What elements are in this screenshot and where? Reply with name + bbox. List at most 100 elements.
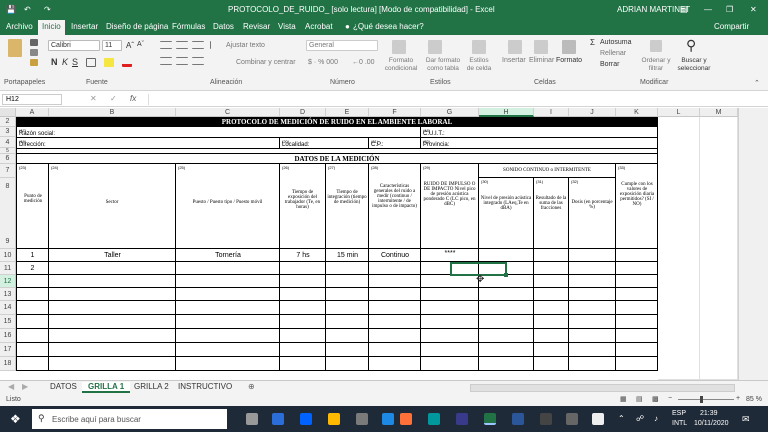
data-cell[interactable] — [49, 329, 176, 343]
format-painter-icon[interactable] — [30, 59, 38, 66]
tab-revisar[interactable]: Revisar — [243, 22, 270, 31]
col-header-d[interactable]: D — [280, 108, 326, 117]
data-cell[interactable] — [369, 357, 421, 371]
enter-icon[interactable]: ✓ — [110, 94, 117, 103]
razon-social-cell[interactable]: (17) Razón social: — [16, 127, 421, 138]
form-title[interactable]: PROTOCOLO DE MEDICIÓN DE RUIDO EN EL AMB… — [16, 117, 658, 127]
data-cell[interactable] — [421, 329, 479, 343]
col-header-l[interactable]: L — [658, 108, 700, 117]
merge-center-button[interactable]: Combinar y centrar — [236, 59, 296, 66]
autosum-button[interactable]: Autosuma — [600, 39, 632, 46]
data-cell[interactable] — [176, 329, 280, 343]
tab-archivo[interactable]: Archivo — [6, 22, 33, 31]
data-cell[interactable] — [176, 275, 280, 288]
tab-formulas[interactable]: Fórmulas — [172, 22, 205, 31]
function-icon[interactable]: fx — [130, 94, 136, 103]
data-cell[interactable] — [49, 357, 176, 371]
task-view-icon[interactable] — [246, 413, 258, 425]
data-cell[interactable] — [534, 275, 569, 288]
add-sheet-icon[interactable]: ⊕ — [248, 382, 255, 391]
data-cell[interactable] — [421, 315, 479, 329]
align-bottom-icon[interactable] — [192, 41, 204, 49]
taskbar-search-box[interactable]: ⚲ Escribe aquí para buscar — [32, 409, 227, 429]
data-cell[interactable] — [534, 329, 569, 343]
row-header-2[interactable]: 2 — [0, 117, 16, 127]
row-header-9[interactable]: 9 — [0, 234, 16, 249]
data-cell[interactable] — [421, 288, 479, 301]
data-cell[interactable] — [616, 315, 658, 329]
volume-icon[interactable]: ♪ — [654, 414, 658, 423]
tab-diseno[interactable]: Diseño de página — [106, 22, 168, 31]
col-header-h[interactable]: H — [479, 108, 534, 117]
delete-cells-icon[interactable] — [534, 40, 548, 54]
data-cell[interactable] — [369, 288, 421, 301]
sheet-tab-grilla2[interactable]: GRILLA 2 — [128, 382, 175, 391]
prev-sheet-icon[interactable]: ◀ — [8, 382, 14, 391]
clock-date[interactable]: 10/11/2020 — [694, 420, 729, 427]
grow-font-icon[interactable]: Aˆ — [126, 41, 134, 50]
select-all-corner[interactable] — [0, 108, 16, 117]
col-header-i[interactable]: I — [534, 108, 569, 117]
data-cell[interactable] — [616, 288, 658, 301]
fill-handle[interactable] — [504, 273, 508, 277]
col-header-b[interactable]: B — [49, 108, 176, 117]
data-cell[interactable] — [616, 343, 658, 357]
paste-icon[interactable] — [8, 39, 22, 57]
header-integracion[interactable]: (27) Tiempo de integración (tiempo de me… — [326, 164, 369, 249]
data-cell[interactable] — [176, 288, 280, 301]
table-format-icon[interactable] — [428, 40, 442, 54]
word-taskbar-icon[interactable] — [512, 413, 524, 425]
arduino-icon[interactable] — [428, 413, 440, 425]
header-cumple[interactable]: (33) Cumple con los valores de exposició… — [616, 164, 658, 249]
data-cell[interactable] — [49, 343, 176, 357]
tab-insertar[interactable]: Insertar — [71, 22, 98, 31]
data-cell[interactable] — [369, 301, 421, 315]
row-header-16[interactable]: 16 — [0, 329, 16, 343]
horizontal-scrollbar[interactable] — [470, 384, 735, 392]
data-cell[interactable] — [569, 275, 616, 288]
data-cell[interactable] — [176, 262, 280, 275]
cuit-cell[interactable]: (18) C.U.I.T.: — [421, 127, 658, 138]
excel-taskbar-icon[interactable] — [484, 413, 496, 425]
wrap-text-button[interactable]: Ajustar texto — [226, 42, 265, 49]
data-cell[interactable] — [326, 357, 369, 371]
data-cell[interactable] — [569, 262, 616, 275]
row-header-15[interactable]: 15 — [0, 315, 16, 329]
data-cell[interactable] — [280, 343, 326, 357]
direccion-cell[interactable]: (19) Dirección: — [16, 138, 280, 149]
layout-label[interactable]: INTL — [672, 420, 687, 427]
dropbox-icon[interactable] — [300, 413, 312, 425]
notifications-icon[interactable]: ✉ — [742, 414, 750, 425]
camera-icon[interactable] — [566, 413, 578, 425]
data-cell[interactable] — [280, 288, 326, 301]
data-cell[interactable] — [326, 315, 369, 329]
row-header-3[interactable]: 3 — [0, 127, 16, 137]
data-cell[interactable] — [326, 329, 369, 343]
normal-view-icon[interactable]: ▦ — [620, 395, 627, 403]
zoom-thumb[interactable] — [700, 396, 703, 403]
zoom-level[interactable]: 85 % — [746, 396, 762, 403]
italic-button[interactable]: K — [62, 57, 68, 67]
row-header-4[interactable]: 4 — [0, 137, 16, 148]
row-header-10[interactable]: 10 — [0, 249, 16, 262]
data-cell[interactable] — [176, 343, 280, 357]
row-header-11[interactable]: 11 — [0, 262, 16, 275]
tab-acrobat[interactable]: Acrobat — [305, 22, 333, 31]
align-left-icon[interactable] — [160, 57, 172, 65]
data-cell[interactable] — [280, 275, 326, 288]
data-cell[interactable] — [534, 315, 569, 329]
store-icon[interactable] — [356, 413, 368, 425]
formula-input[interactable] — [148, 94, 764, 105]
align-top-icon[interactable] — [160, 41, 172, 49]
zoom-out-icon[interactable]: − — [668, 395, 672, 402]
row-header-12[interactable]: 12 — [0, 275, 16, 288]
data-cell[interactable] — [616, 301, 658, 315]
data-cell[interactable] — [534, 288, 569, 301]
data-cell[interactable] — [176, 301, 280, 315]
row11-punto[interactable]: 2 — [16, 265, 49, 272]
zoom-in-icon[interactable]: + — [736, 395, 740, 402]
app-icon[interactable] — [456, 413, 468, 425]
fill-button[interactable]: Rellenar — [600, 50, 626, 57]
windows-start-icon[interactable]: ❖ — [10, 412, 21, 426]
sigma-icon[interactable]: Σ — [590, 38, 595, 47]
